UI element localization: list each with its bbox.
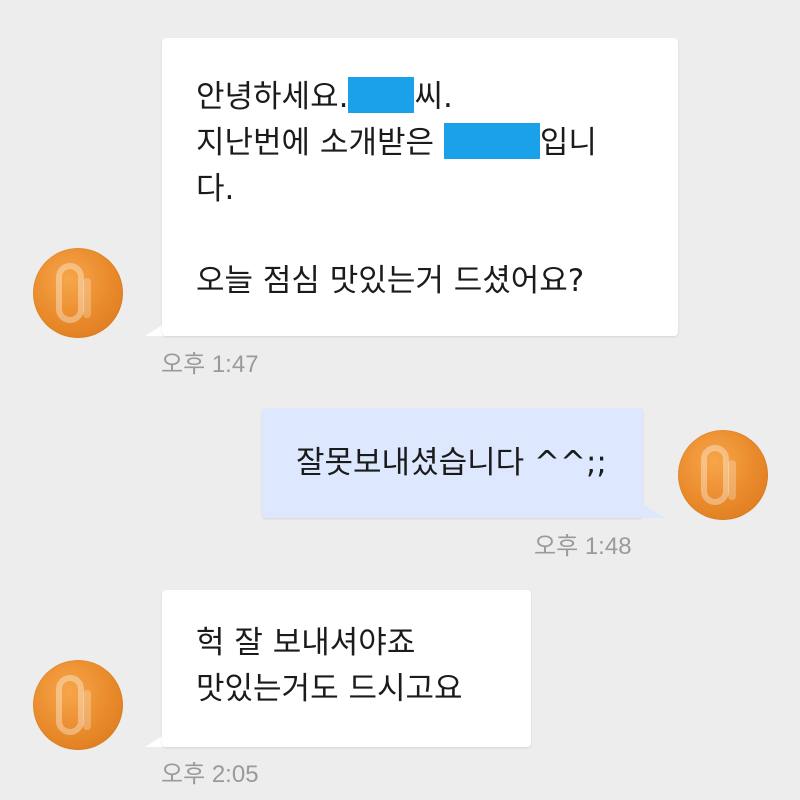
message-line: 안녕하세요. 씨.	[196, 77, 453, 115]
incoming-message-bubble[interactable]: 헉 잘 보내셔야죠 맛있는거도 드시고요	[162, 590, 531, 747]
orange-profile-avatar-icon	[701, 445, 736, 505]
sender-avatar[interactable]	[33, 660, 123, 750]
message-line: 맛있는거도 드시고요	[196, 671, 463, 707]
sender-avatar[interactable]	[33, 248, 123, 338]
incoming-message-bubble[interactable]: 안녕하세요. 씨. 지난번에 소개받은 입니 다. 오늘 점심 맛있는거 드셨어요…	[162, 38, 678, 336]
bubble-tail	[643, 504, 665, 518]
message-timestamp: 오후 2:05	[161, 761, 259, 788]
message-line: 헉 잘 보내셔야죠	[196, 625, 416, 661]
message-line: 다.	[196, 171, 235, 207]
orange-profile-avatar-icon	[56, 263, 91, 323]
my-avatar[interactable]	[678, 430, 768, 520]
redacted-name-block	[443, 123, 540, 159]
message-timestamp: 오후 1:47	[161, 351, 259, 378]
redacted-name-block	[348, 77, 415, 113]
message-line: 지난번에 소개받은 입니	[196, 123, 597, 161]
message-timestamp: 오후 1:48	[534, 533, 632, 560]
outgoing-message-bubble[interactable]: 잘못보내셨습니다 ^^;;	[262, 408, 643, 518]
orange-profile-avatar-icon	[56, 675, 91, 735]
message-line: 잘못보내셨습니다 ^^;;	[296, 445, 607, 481]
message-line: 오늘 점심 맛있는거 드셨어요?	[196, 263, 585, 299]
